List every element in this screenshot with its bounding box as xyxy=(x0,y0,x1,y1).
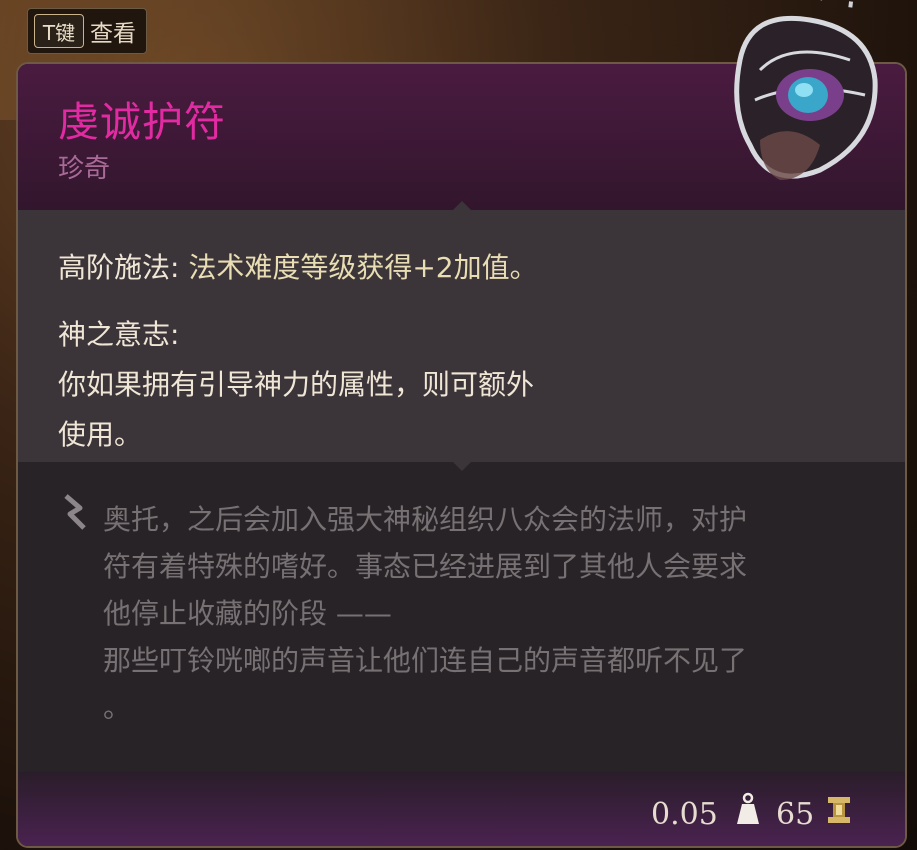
item-price: 65 xyxy=(776,797,815,832)
property-value: 法术难度等级获得+2加值。 xyxy=(188,251,538,284)
property-name: 神之意志: xyxy=(58,318,180,351)
quill-icon xyxy=(64,494,86,530)
lore-line: 符有着特殊的嗜好。事态已经进展到了其他人会要求 xyxy=(103,550,748,583)
property-divine-will: 神之意志: 你如果拥有引导神力的属性，则可额外 使用。 xyxy=(58,310,534,460)
lore-text: 奥托，之后会加入强大神秘组织八众会的法师，对护 符有着特殊的嗜好。事态已经进展到… xyxy=(103,496,873,731)
lore-line: 。 xyxy=(103,691,132,724)
divider-notch xyxy=(453,201,471,210)
item-weight: 0.05 xyxy=(651,797,718,832)
gold-icon xyxy=(828,797,850,823)
keyboard-key-badge: T键 xyxy=(34,14,84,48)
item-name: 虔诚护符 xyxy=(58,98,226,146)
property-name: 高阶施法: xyxy=(58,251,189,284)
examine-label: 查看 xyxy=(90,21,136,47)
divider-notch xyxy=(453,462,471,471)
item-rarity: 珍奇 xyxy=(58,154,111,184)
tooltip-footer xyxy=(18,772,905,846)
property-desc-line: 你如果拥有引导神力的属性，则可额外 xyxy=(58,368,535,401)
property-desc-line: 使用。 xyxy=(58,418,143,451)
amulet-icon xyxy=(734,0,878,180)
lore-line: 奥托，之后会加入强大神秘组织八众会的法师，对护 xyxy=(103,503,748,536)
lore-line: 那些叮铃咣啷的声音让他们连自己的声音都听不见了 xyxy=(103,644,748,677)
examine-hint[interactable]: T键 查看 xyxy=(27,8,147,54)
weight-icon xyxy=(737,792,759,824)
property-improved-spellcasting: 高阶施法: 法术难度等级获得+2加值。 xyxy=(58,246,538,286)
lore-line: 他停止收藏的阶段 —— xyxy=(103,597,392,630)
